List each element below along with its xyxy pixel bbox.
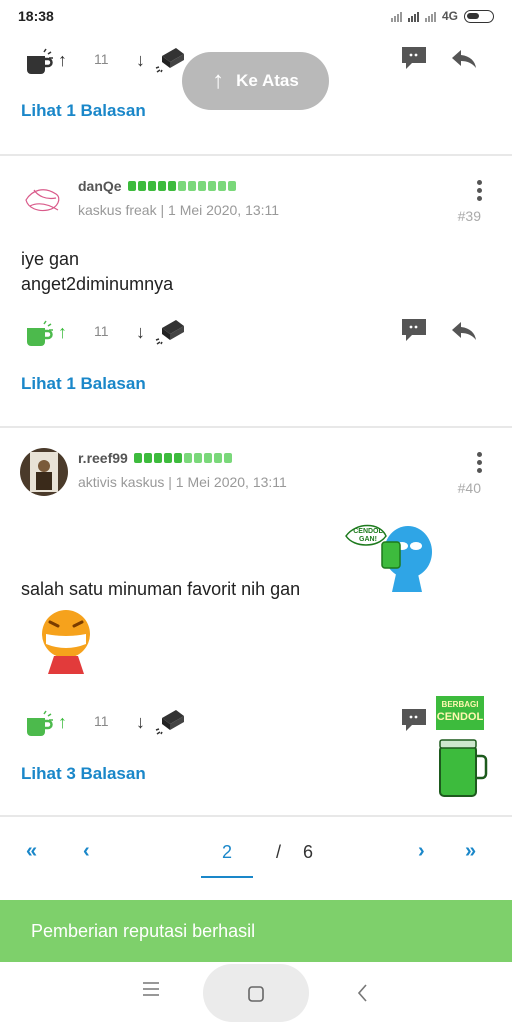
- network-type: 4G: [441, 9, 458, 23]
- quote-comment-icon[interactable]: [400, 316, 428, 349]
- username[interactable]: danQe: [78, 178, 122, 194]
- page-separator: /: [276, 842, 282, 862]
- status-icons: 4G: [390, 9, 494, 23]
- downvote-icon[interactable]: ↓: [136, 322, 145, 343]
- toast-message: Pemberian reputasi berhasil: [31, 920, 256, 941]
- comment-text: salah satu minuman favorit nih gan: [21, 579, 301, 599]
- post-date: 1 Mei 2020, 13:11: [175, 474, 287, 490]
- signal-icon-2: [407, 10, 419, 22]
- first-page-icon[interactable]: «: [26, 840, 37, 863]
- post-number: #40: [457, 480, 481, 496]
- post-meta: aktivis kaskus | 1 Mei 2020, 13:11: [78, 474, 287, 490]
- quote-comment-icon[interactable]: [400, 706, 428, 739]
- downvote-icon[interactable]: ↓: [136, 50, 145, 71]
- comment-actions-2: ↑ 11 ↓: [20, 316, 492, 350]
- cendol-cup-icon[interactable]: [24, 320, 54, 353]
- upvote-icon[interactable]: ↑: [58, 712, 67, 733]
- comment-header-2: danQe kaskus freak | 1 Mei 2020, 13:11: [20, 176, 279, 224]
- reputation-bar: [127, 181, 236, 191]
- toast-notification: Pemberian reputasi berhasil: [0, 900, 512, 962]
- username[interactable]: r.reef99: [78, 450, 128, 466]
- avatar[interactable]: [20, 176, 68, 224]
- cendol-cup-icon[interactable]: [24, 710, 54, 743]
- bata-brick-icon[interactable]: [154, 708, 186, 741]
- back-icon[interactable]: [357, 984, 368, 1007]
- view-replies-link-2[interactable]: Lihat 1 Balasan: [21, 374, 146, 394]
- cendol-gan-sticker: CENDOL GAN!: [344, 516, 436, 598]
- signal-icon-3: [424, 10, 436, 22]
- bata-brick-icon[interactable]: [154, 46, 186, 79]
- cendol-cup-icon[interactable]: [24, 48, 54, 81]
- battery-icon: [464, 9, 494, 23]
- vote-count: 11: [94, 51, 109, 67]
- more-options-icon[interactable]: [476, 452, 484, 476]
- user-rank: kaskus freak: [78, 202, 157, 218]
- last-page-icon[interactable]: »: [465, 840, 476, 863]
- comment-header-3: r.reef99 aktivis kaskus | 1 Mei 2020, 13…: [20, 448, 287, 496]
- comment-divider: [0, 815, 512, 817]
- quote-comment-icon[interactable]: [400, 44, 428, 77]
- prev-page-icon[interactable]: ‹: [83, 840, 90, 863]
- sticker-text: CENDOL GAN!: [353, 528, 383, 543]
- status-bar: 18:38 4G: [0, 0, 512, 32]
- avatar[interactable]: [20, 448, 68, 496]
- downvote-icon[interactable]: ↓: [136, 712, 145, 733]
- next-page-icon[interactable]: ›: [418, 840, 425, 863]
- post-number: #39: [457, 208, 481, 224]
- user-rank: aktivis kaskus: [78, 474, 165, 490]
- vote-count: 11: [94, 713, 109, 729]
- view-replies-link-1[interactable]: Lihat 1 Balasan: [21, 101, 146, 121]
- upvote-icon[interactable]: ↑: [58, 50, 67, 71]
- view-replies-link-3[interactable]: Lihat 3 Balasan: [21, 764, 146, 784]
- comment-text-line: iye gan: [21, 249, 80, 269]
- system-nav-bar: [0, 962, 512, 1024]
- comment-divider: [0, 426, 512, 428]
- total-pages: 6: [303, 842, 314, 862]
- post-date: 1 Mei 2020, 13:11: [168, 202, 280, 218]
- vote-count: 11: [94, 323, 109, 339]
- bata-brick-icon[interactable]: [154, 318, 186, 351]
- signal-icon: [390, 10, 402, 22]
- reply-icon[interactable]: [450, 48, 478, 75]
- home-icon: [248, 986, 264, 1007]
- comment-divider: [0, 154, 512, 156]
- comment-text: iye gan anget2diminumnya: [21, 247, 173, 297]
- status-time: 18:38: [18, 8, 54, 24]
- upvote-icon[interactable]: ↑: [58, 322, 67, 343]
- arrow-up-icon: ↑: [212, 67, 225, 94]
- comment-text-line: anget2diminumnya: [21, 274, 174, 294]
- comment-actions-3: ↑ 11 ↓: [20, 706, 492, 740]
- reputation-bar: [133, 453, 232, 463]
- current-page-underline: [201, 876, 253, 878]
- scroll-to-top-label: Ke Atas: [236, 71, 299, 90]
- more-options-icon[interactable]: [476, 180, 484, 204]
- scroll-to-top-button[interactable]: ↑ Ke Atas: [182, 52, 329, 110]
- menu-icon[interactable]: [143, 982, 159, 1001]
- current-page[interactable]: 2: [201, 842, 253, 863]
- post-meta: kaskus freak | 1 Mei 2020, 13:11: [78, 202, 280, 218]
- pagination: « ‹ 2 / 6 › »: [0, 820, 512, 890]
- reply-icon[interactable]: [450, 320, 478, 347]
- laughing-emoji: [38, 608, 94, 676]
